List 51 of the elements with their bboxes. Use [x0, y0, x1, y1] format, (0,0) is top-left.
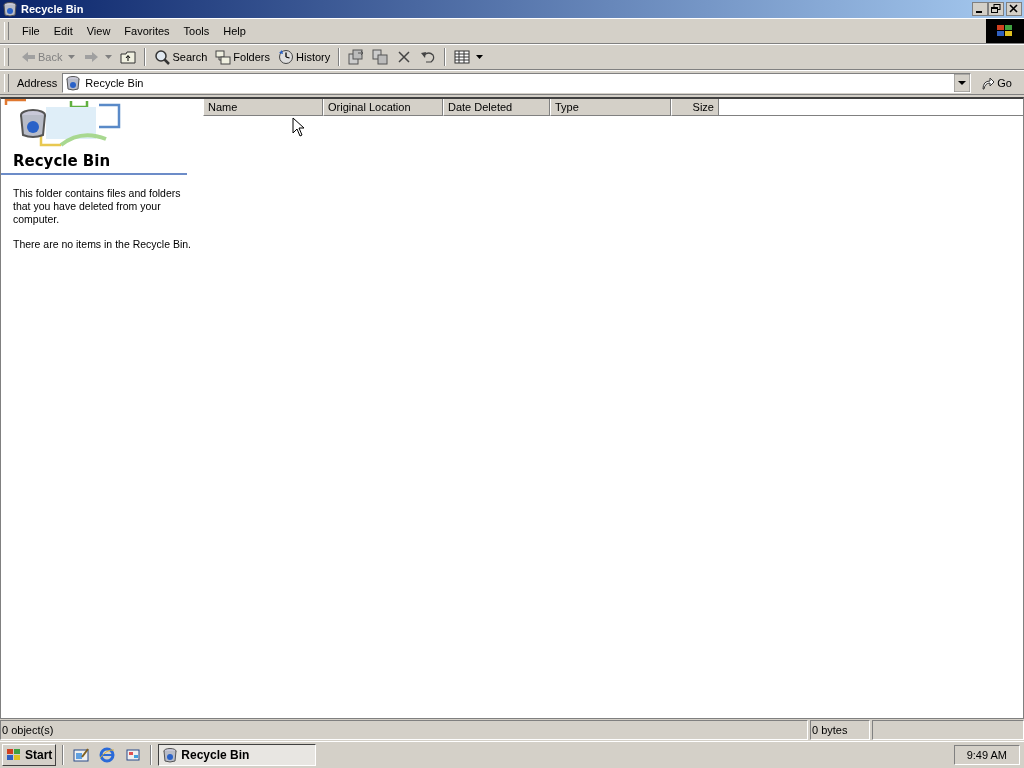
go-arrow-icon — [981, 75, 996, 90]
menu-item[interactable]: View — [79, 25, 118, 37]
move-to-icon — [348, 49, 365, 65]
undo-icon — [420, 49, 437, 65]
column-header[interactable]: Size — [671, 99, 719, 116]
folders-button[interactable]: Folders — [212, 46, 273, 68]
folders-icon — [215, 49, 232, 65]
grid-view-icon — [454, 49, 471, 65]
search-icon — [154, 49, 171, 65]
menu-item[interactable]: File — [15, 25, 47, 37]
menu-item[interactable]: Help — [216, 25, 253, 37]
status-text: 0 bytes — [810, 720, 870, 740]
info-text: There are no items in the Recycle Bin. — [13, 238, 192, 251]
address-label: Address — [17, 76, 58, 89]
mouse-pointer-icon — [292, 117, 305, 137]
windows-flag-icon — [6, 748, 22, 762]
copy-to-icon — [372, 49, 389, 65]
column-header[interactable]: Original Location — [323, 99, 443, 116]
status-text: 0 object(s) — [0, 720, 808, 740]
start-button[interactable]: Start — [2, 744, 57, 766]
menu-item[interactable]: Edit — [46, 25, 80, 37]
clock: 9:49 AM — [953, 745, 1020, 765]
forward-arrow-icon — [83, 49, 100, 65]
window-title: Recycle Bin — [21, 3, 84, 15]
browser-icon[interactable] — [99, 747, 116, 763]
info-text: This folder contains files and folders that you have deleted from your computer. — [13, 187, 182, 226]
menu-item[interactable]: Favorites — [117, 25, 177, 37]
folder-up-icon — [120, 49, 137, 65]
menu-item[interactable]: Tools — [176, 25, 217, 37]
recycle-bin-icon — [2, 1, 18, 17]
history-button[interactable]: History — [275, 46, 334, 68]
restore-button[interactable] — [988, 2, 1004, 16]
dropdown-button[interactable] — [954, 73, 971, 92]
column-header[interactable]: Date Deleted — [443, 99, 550, 116]
recycle-bin-icon — [65, 74, 82, 91]
search-button[interactable]: Search — [151, 46, 211, 68]
minimize-button[interactable] — [972, 2, 988, 16]
recycle-bin-icon — [162, 747, 179, 763]
close-button[interactable] — [1006, 2, 1022, 16]
show-desktop-icon[interactable] — [73, 747, 90, 763]
taskbar-button[interactable]: Recycle Bin — [158, 744, 317, 766]
delete-icon — [396, 49, 413, 65]
channels-icon[interactable] — [125, 747, 142, 763]
address-field[interactable]: Recycle Bin — [62, 72, 972, 93]
back-arrow-icon — [20, 49, 36, 65]
sidebar-title: Recycle Bin — [1, 149, 187, 175]
column-header[interactable]: Type — [550, 99, 671, 116]
column-header[interactable]: Name — [203, 99, 323, 116]
go-button[interactable]: Go — [973, 75, 1020, 90]
windows-logo — [986, 19, 1024, 43]
clock-icon — [278, 49, 294, 65]
